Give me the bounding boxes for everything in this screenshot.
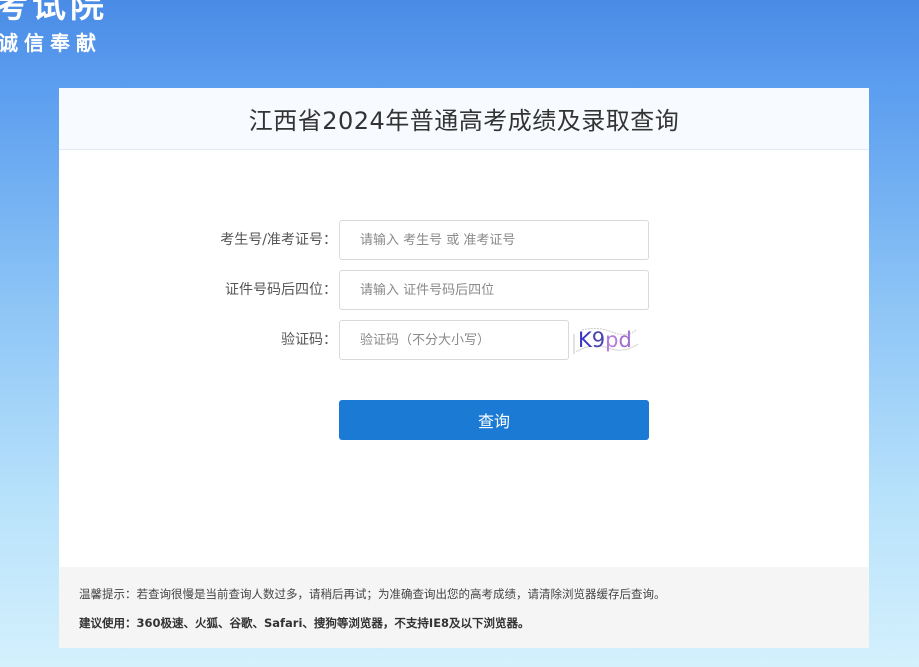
tips-panel: 温馨提示：若查询很慢是当前查询人数过多，请稍后再试；为准确查询出您的高考成绩，请… [59,567,869,648]
exam-id-input[interactable] [339,220,649,260]
exam-id-label: 考生号/准考证号： [220,232,337,248]
banner-title: 考试院 [0,0,108,26]
exam-id-row: 考生号/准考证号： [59,220,869,260]
site-banner: 考试院 诚信奉献 [0,0,919,88]
captcha-text: K9pd [578,328,632,352]
page-title: 江西省2024年普通高考成绩及录取查询 [248,107,680,135]
captcha-label: 验证码： [281,332,337,348]
query-card: 江西省2024年普通高考成绩及录取查询 考生号/准考证号： 证件号码后四位： 验… [59,88,869,648]
banner-subtitle: 诚信奉献 [0,31,102,55]
id-last4-label: 证件号码后四位： [225,282,337,298]
tip-notice: 温馨提示：若查询很慢是当前查询人数过多，请稍后再试；为准确查询出您的高考成绩，请… [79,587,666,601]
captcha-image[interactable]: K9pd [572,324,640,356]
id-last4-row: 证件号码后四位： [59,270,869,310]
card-header: 江西省2024年普通高考成绩及录取查询 [59,88,869,150]
query-button[interactable]: 查询 [339,400,649,440]
captcha-row: 验证码： K9pd [59,320,869,360]
id-last4-input[interactable] [339,270,649,310]
tip-browser: 建议使用：360极速、火狐、谷歌、Safari、搜狗等浏览器，不支持IE8及以下… [79,616,530,630]
captcha-input[interactable] [339,320,569,360]
